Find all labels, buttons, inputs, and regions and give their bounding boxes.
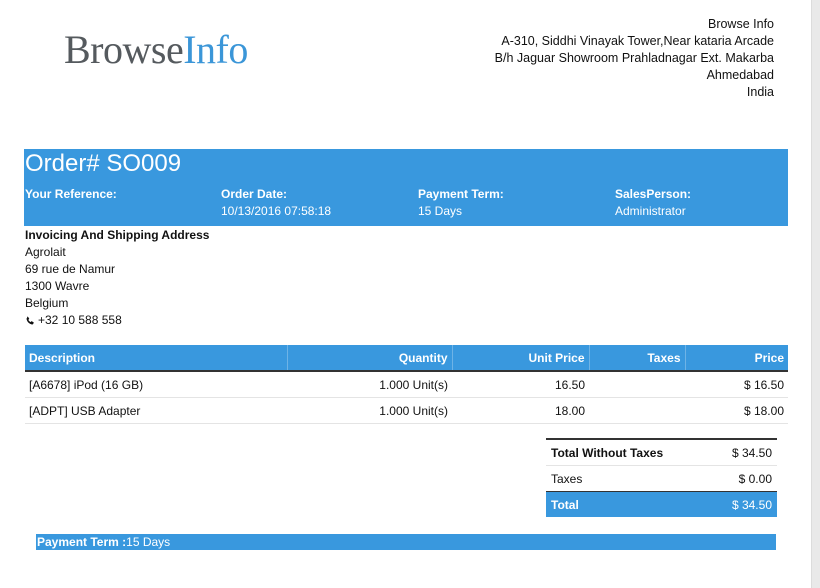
field-value: 15 Days [418,204,463,218]
col-header-price: Price [685,345,788,371]
total-without-taxes-label: Total Without Taxes [546,438,710,466]
col-header-taxes: Taxes [589,345,686,371]
order-date-field: Order Date: 10/13/2016 07:58:18 [221,186,331,220]
address-heading: Invoicing And Shipping Address [25,228,210,242]
cell-taxes [589,397,685,424]
logo-text-browse: Browse [64,27,184,72]
address-line: Agrolait [25,245,66,259]
logo-text-info: Info [183,27,248,72]
total-without-taxes-value: $ 34.50 [709,438,777,466]
table-row: [A6678] iPod (16 GB) 1.000 Unit(s) 16.50… [25,370,788,398]
company-line: A-310, Siddhi Vinayak Tower,Near kataria… [501,34,774,48]
your-reference-field: Your Reference: [25,186,117,203]
taxes-value: $ 0.00 [709,465,777,492]
cell-description: [A6678] iPod (16 GB) [25,370,287,398]
total-label: Total [546,491,710,517]
phone-row: +32 10 588 558 [25,312,209,329]
totals-table: Total Without Taxes $ 34.50 Taxes $ 0.00… [546,438,777,517]
shipping-address: Invoicing And Shipping Address Agrolait … [25,227,209,329]
payment-term-field: Payment Term: 15 Days [418,186,504,220]
cell-quantity: 1.000 Unit(s) [287,370,452,398]
cell-unit-price: 18.00 [452,397,589,424]
address-line: 1300 Wavre [25,279,90,293]
total-row: Total $ 34.50 [546,491,777,517]
field-label: Your Reference: [25,187,117,201]
payment-term-bar: Payment Term :15 Days [36,534,776,550]
field-label: Payment Term: [418,187,504,201]
cell-price: $ 16.50 [685,370,788,398]
cell-description: [ADPT] USB Adapter [25,397,287,424]
payment-term-value: 15 Days [126,535,171,549]
field-value: Administrator [615,204,686,218]
order-header-box: Order# SO009 Your Reference: Order Date:… [24,149,788,226]
company-line: Ahmedabad [706,68,774,82]
table-header-row: Description Quantity Unit Price Taxes Pr… [25,345,788,371]
order-title: Order# SO009 [25,150,182,177]
company-line: India [746,85,774,99]
company-line: Browse Info [707,17,774,31]
cell-quantity: 1.000 Unit(s) [287,397,452,424]
field-label: Order Date: [221,187,288,201]
order-lines-table: Description Quantity Unit Price Taxes Pr… [25,345,788,424]
address-line: 69 rue de Namur [25,262,116,276]
company-line: B/h Jaguar Showroom Prahladnagar Ext. Ma… [494,51,774,65]
taxes-label: Taxes [546,465,710,492]
phone-icon [26,316,34,324]
page-edge-scrollbar [811,0,820,588]
payment-term-label: Payment Term : [37,535,127,549]
col-header-description: Description [25,345,288,371]
field-label: SalesPerson: [615,187,692,201]
phone-number: +32 10 588 558 [38,313,122,327]
company-address: Browse Info A-310, Siddhi Vinayak Tower,… [495,16,774,101]
total-without-taxes-row: Total Without Taxes $ 34.50 [546,438,777,466]
col-header-quantity: Quantity [287,345,453,371]
cell-taxes [589,370,685,398]
company-logo: BrowseInfo [64,26,248,74]
cell-unit-price: 16.50 [452,370,589,398]
table-row: [ADPT] USB Adapter 1.000 Unit(s) 18.00 $… [25,397,788,424]
col-header-unit-price: Unit Price [452,345,590,371]
address-line: Belgium [25,296,69,310]
field-value: 10/13/2016 07:58:18 [221,204,332,218]
total-value: $ 34.50 [709,491,777,517]
taxes-row: Taxes $ 0.00 [546,465,777,492]
cell-price: $ 18.00 [685,397,788,424]
salesperson-field: SalesPerson: Administrator [615,186,691,220]
